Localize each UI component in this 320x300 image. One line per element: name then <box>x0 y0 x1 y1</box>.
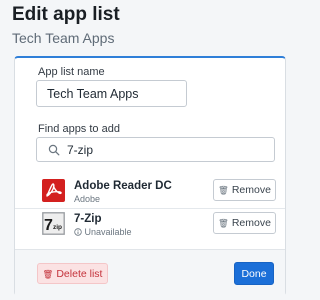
info-icon <box>74 228 82 236</box>
trash-icon: 🗑 <box>42 268 54 279</box>
svg-text:zip: zip <box>53 224 62 231</box>
app-list-name-input[interactable] <box>36 80 187 107</box>
app-status: Unavailable <box>74 227 132 237</box>
find-apps-label: Find apps to add <box>38 123 120 135</box>
app-name: 7-Zip <box>74 213 102 225</box>
remove-button[interactable]: 🗑 Remove <box>213 212 276 234</box>
page-subtitle: Tech Team Apps <box>12 30 115 46</box>
list-item: Adobe Reader DC Adobe 🗑 Remove <box>36 178 276 208</box>
adobe-reader-icon <box>42 179 65 202</box>
divider <box>15 208 285 209</box>
trash-icon: 🗑 <box>218 185 229 195</box>
dialog-header: Edit app list Tech Team Apps <box>0 0 291 62</box>
app-status-text: Unavailable <box>84 227 132 237</box>
done-button[interactable]: Done <box>234 262 274 285</box>
search-icon <box>48 144 60 156</box>
7zip-icon: 7 zip <box>42 212 65 235</box>
delete-label: Delete list <box>56 267 103 280</box>
app-publisher: Adobe <box>74 194 101 204</box>
page-title: Edit app list <box>12 4 120 25</box>
app-list-name-label: App list name <box>38 66 105 78</box>
remove-label: Remove <box>231 184 271 196</box>
search-value: 7-zip <box>67 143 94 157</box>
remove-button[interactable]: 🗑 Remove <box>213 179 276 201</box>
svg-text:7: 7 <box>44 217 53 234</box>
dialog-footer: 🗑 Delete list Done <box>15 249 285 296</box>
app-name: Adobe Reader DC <box>74 180 172 192</box>
list-item: 7 zip 7-Zip Unavailable 🗑 Remove <box>36 211 276 241</box>
delete-list-button[interactable]: 🗑 Delete list <box>37 263 108 284</box>
edit-panel: App list name Find apps to add 7-zip Ado… <box>14 56 286 296</box>
trash-icon: 🗑 <box>218 218 229 228</box>
find-apps-search[interactable]: 7-zip <box>36 137 275 162</box>
remove-label: Remove <box>231 217 271 229</box>
